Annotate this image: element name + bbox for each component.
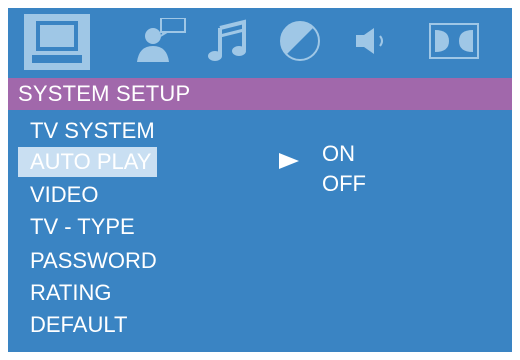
menu-item-rating[interactable]: RATING — [18, 278, 117, 308]
music-note-icon — [208, 19, 246, 61]
menu-item-tv-system[interactable]: TV SYSTEM — [18, 116, 161, 146]
pointer-icon — [279, 153, 299, 169]
option-on[interactable]: ON — [322, 139, 355, 169]
tab-language[interactable] — [132, 16, 192, 66]
monitor-icon — [32, 21, 82, 63]
dolby-icon — [429, 23, 479, 59]
setup-screen: SYSTEM SETUP TV SYSTEM AUTO PLAY VIDEO T… — [8, 8, 512, 352]
user-icon — [137, 18, 186, 62]
tab-audio[interactable] — [198, 16, 258, 66]
section-header: SYSTEM SETUP — [8, 78, 512, 110]
menu-item-auto-play[interactable]: AUTO PLAY — [18, 147, 158, 177]
page-title: SYSTEM SETUP — [18, 81, 191, 106]
option-off[interactable]: OFF — [322, 169, 366, 199]
speaker-icon — [356, 28, 383, 54]
menu-item-password[interactable]: PASSWORD — [18, 246, 163, 276]
tab-system[interactable] — [24, 14, 90, 70]
tab-video[interactable] — [270, 16, 330, 66]
contrast-icon — [280, 21, 320, 61]
menu-item-video[interactable]: VIDEO — [18, 180, 104, 210]
tab-dolby[interactable] — [424, 16, 484, 66]
tab-speaker[interactable] — [344, 16, 404, 66]
category-icon-bar — [8, 8, 512, 76]
menu-item-default[interactable]: DEFAULT — [18, 310, 133, 340]
menu-item-tv-type[interactable]: TV - TYPE — [18, 212, 141, 242]
